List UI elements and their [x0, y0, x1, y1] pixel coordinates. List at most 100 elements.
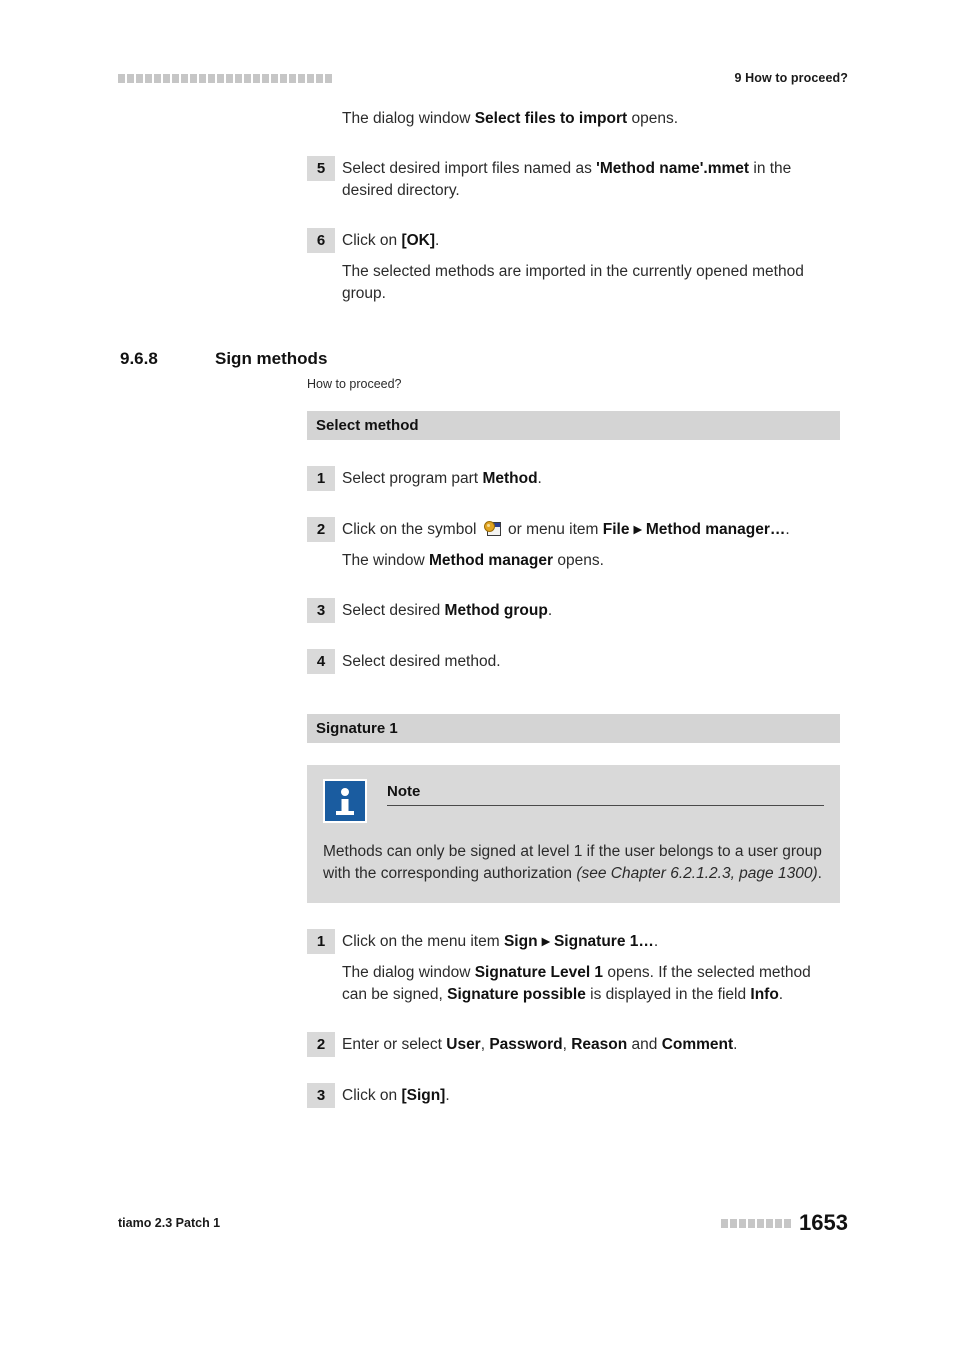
text-run: .	[778, 986, 784, 1003]
decoration-square	[271, 73, 278, 83]
bold-term: Password	[489, 1036, 563, 1053]
text-run: Click on the symbol	[342, 521, 481, 538]
text-run: Click on the menu item	[342, 933, 504, 950]
bold-term: Method	[482, 470, 538, 487]
section-heading: 9.6.8 Sign methods How to proceed?	[120, 349, 840, 397]
numbered-step: 5 Select desired import files named as 'M…	[307, 156, 840, 202]
decoration-square	[181, 73, 188, 83]
decoration-square	[739, 1218, 747, 1228]
page-header: 9 How to proceed?	[118, 66, 848, 90]
text-run: .	[653, 933, 659, 950]
section-title: Sign methods	[215, 349, 328, 368]
numbered-step: 2 Click on the symbol or menu item File ▸…	[307, 517, 840, 542]
block-steps-list: 1 Click on the menu item Sign ▸ Signature…	[307, 929, 840, 1108]
text-run: .	[733, 1036, 738, 1053]
step-number-badge: 1	[307, 466, 335, 491]
text-run: opens.	[553, 552, 604, 569]
bold-term: [OK]	[401, 232, 436, 249]
section-subtitle: How to proceed?	[307, 377, 402, 391]
bold-term: Info	[750, 986, 779, 1003]
text-run: The window	[342, 552, 430, 569]
page-footer: tiamo 2.3 Patch 1 1653	[118, 1212, 848, 1234]
decoration-square	[298, 73, 305, 83]
intro-text-before: The dialog window	[342, 110, 475, 127]
step-number-badge: 3	[307, 598, 335, 623]
step-text: Click on [OK].	[342, 228, 840, 252]
step-text: Select desired Method group.	[342, 598, 840, 622]
bold-term: Reason	[571, 1036, 628, 1053]
text-run: and	[627, 1036, 662, 1053]
decoration-square	[136, 73, 143, 83]
text-run: ,	[562, 1036, 572, 1053]
decoration-square	[262, 73, 269, 83]
step-result-text: The selected methods are imported in the…	[342, 263, 804, 302]
decoration-square	[289, 73, 296, 83]
bold-term: Method group	[444, 602, 548, 619]
bold-term: [Sign]	[401, 1087, 446, 1104]
bold-term: Comment	[661, 1036, 734, 1053]
decoration-square	[226, 73, 233, 83]
step-number-badge: 2	[307, 517, 335, 542]
numbered-step: 3 Select desired Method group.	[307, 598, 840, 623]
bold-term: Method manager	[429, 552, 554, 569]
step-number-badge: 5	[307, 156, 335, 181]
bold-term: User	[446, 1036, 481, 1053]
top-steps-list: 5 Select desired import files named as 'M…	[307, 156, 840, 305]
footer-decoration-squares	[721, 1218, 792, 1228]
text-run: Select desired	[342, 602, 445, 619]
decoration-square	[172, 73, 179, 83]
step-text: Enter or select User, Password, Reason a…	[342, 1032, 840, 1056]
decoration-square	[784, 1218, 792, 1228]
step-number-badge: 4	[307, 649, 335, 674]
bold-term: 'Method name'.mmet	[596, 160, 750, 177]
step-text: Click on the menu item Sign ▸ Signature …	[342, 929, 840, 953]
text-run: Select program part	[342, 470, 483, 487]
decoration-square	[163, 73, 170, 83]
decoration-square	[199, 73, 206, 83]
step-result-text: The dialog window Signature Level 1 open…	[342, 962, 840, 1006]
note-header: Note	[323, 779, 824, 823]
decoration-square	[325, 73, 332, 83]
info-icon-base	[336, 811, 354, 815]
bold-term: Sign	[503, 933, 538, 950]
step-text: Select desired import files named as 'Me…	[342, 156, 840, 202]
decoration-square	[757, 1218, 765, 1228]
section-number: 9.6.8	[120, 349, 158, 368]
italic-reference: (see Chapter 6.2.1.2.3, page 1300)	[576, 865, 818, 882]
decoration-square	[154, 73, 161, 83]
page-number: 1653	[799, 1210, 848, 1235]
bold-term: Signature 1…	[553, 933, 654, 950]
text-run: The dialog window	[342, 964, 475, 981]
bold-term: Method manager…	[645, 521, 786, 538]
page-content: The dialog window Select files to import…	[120, 108, 840, 1108]
intro-text-after: opens.	[627, 110, 679, 127]
step-number-badge: 2	[307, 1032, 335, 1057]
numbered-step: 1 Click on the menu item Sign ▸ Signature…	[307, 929, 840, 954]
content-blocks: Select method 1 Select program part Method…	[307, 411, 840, 1108]
text-run: Enter or select	[342, 1036, 447, 1053]
text-run: Select desired import files named as	[342, 160, 597, 177]
block-steps-list: 1 Select program part Method. 2 Click on th…	[307, 466, 840, 674]
decoration-square	[253, 73, 260, 83]
decoration-square	[766, 1218, 774, 1228]
decoration-square	[208, 73, 215, 83]
note-divider	[387, 805, 824, 806]
decoration-square	[145, 73, 152, 83]
footer-product-name: tiamo 2.3 Patch 1	[118, 1216, 221, 1230]
decoration-square	[730, 1218, 738, 1228]
decoration-square	[307, 73, 314, 83]
decoration-square	[127, 73, 134, 83]
bold-term: ▸	[537, 933, 554, 950]
decoration-square	[190, 73, 197, 83]
step-text: Select program part Method.	[342, 466, 840, 490]
step-number-badge: 3	[307, 1083, 335, 1108]
decoration-square	[748, 1218, 756, 1228]
text-run: .	[445, 1087, 450, 1104]
procedure-block: Signature 1 Note Methods can only be signe…	[307, 714, 840, 1108]
bold-term: ▸	[629, 521, 646, 538]
note-title: Note	[387, 783, 421, 800]
decoration-square	[235, 73, 242, 83]
bold-term: Signature Level 1	[474, 964, 604, 981]
decoration-square	[775, 1218, 783, 1228]
text-run: Click on	[342, 1087, 402, 1104]
